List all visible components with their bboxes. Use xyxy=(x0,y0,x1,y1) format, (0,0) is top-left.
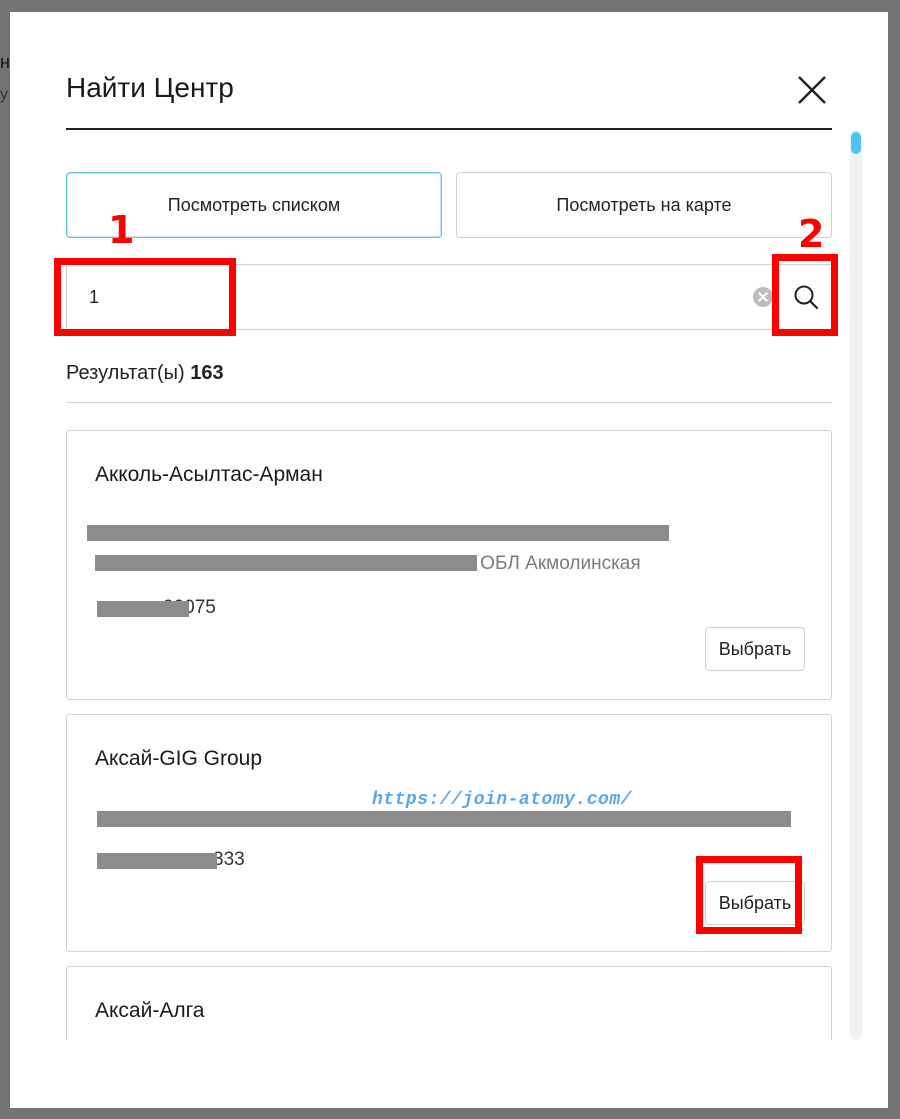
redaction-bar xyxy=(97,601,189,617)
center-name: Аксай-GIG Group xyxy=(95,747,263,770)
scrollbar-thumb[interactable] xyxy=(851,132,861,154)
watermark-text: https://join-atomy.com/ xyxy=(372,790,632,810)
clear-icon[interactable] xyxy=(753,287,773,307)
annotation-box-search-input xyxy=(54,258,236,336)
close-button[interactable] xyxy=(792,70,832,110)
tab-view-map[interactable]: Посмотреть на карте xyxy=(456,172,832,238)
annotation-box-search-button xyxy=(772,254,838,336)
redaction-bar xyxy=(87,525,669,541)
select-button[interactable]: Выбрать xyxy=(705,627,805,671)
close-icon xyxy=(798,76,826,104)
modal-title: Найти Центр xyxy=(66,72,234,103)
center-name: Аксай-Алга xyxy=(95,999,205,1022)
redaction-bar xyxy=(95,555,477,571)
find-center-modal: Найти Центр Посмотреть списком Посмотрет… xyxy=(10,12,888,1108)
annotation-number-1: 1 xyxy=(108,208,135,252)
center-card: Акколь-Асылтас-Арман а ь ОБЛ Акмолинская… xyxy=(66,430,832,700)
results-summary: Результат(ы) 163 xyxy=(66,362,224,385)
results-divider xyxy=(66,402,832,403)
annotation-number-2: 2 xyxy=(798,212,825,256)
center-phone: 333 xyxy=(213,849,245,870)
center-address-visible: ь ОБЛ Акмолинская xyxy=(465,553,641,574)
modal-header: Найти Центр xyxy=(66,70,832,130)
results-count: 163 xyxy=(190,362,224,384)
redaction-bar xyxy=(97,853,217,869)
modal-scrollbar[interactable] xyxy=(850,130,862,1040)
center-name: Акколь-Асылтас-Арман xyxy=(95,463,323,486)
modal-footer-space xyxy=(10,1040,888,1108)
annotation-box-select-button xyxy=(696,856,802,934)
redaction-bar xyxy=(97,811,791,827)
results-label: Результат(ы) xyxy=(66,362,185,384)
